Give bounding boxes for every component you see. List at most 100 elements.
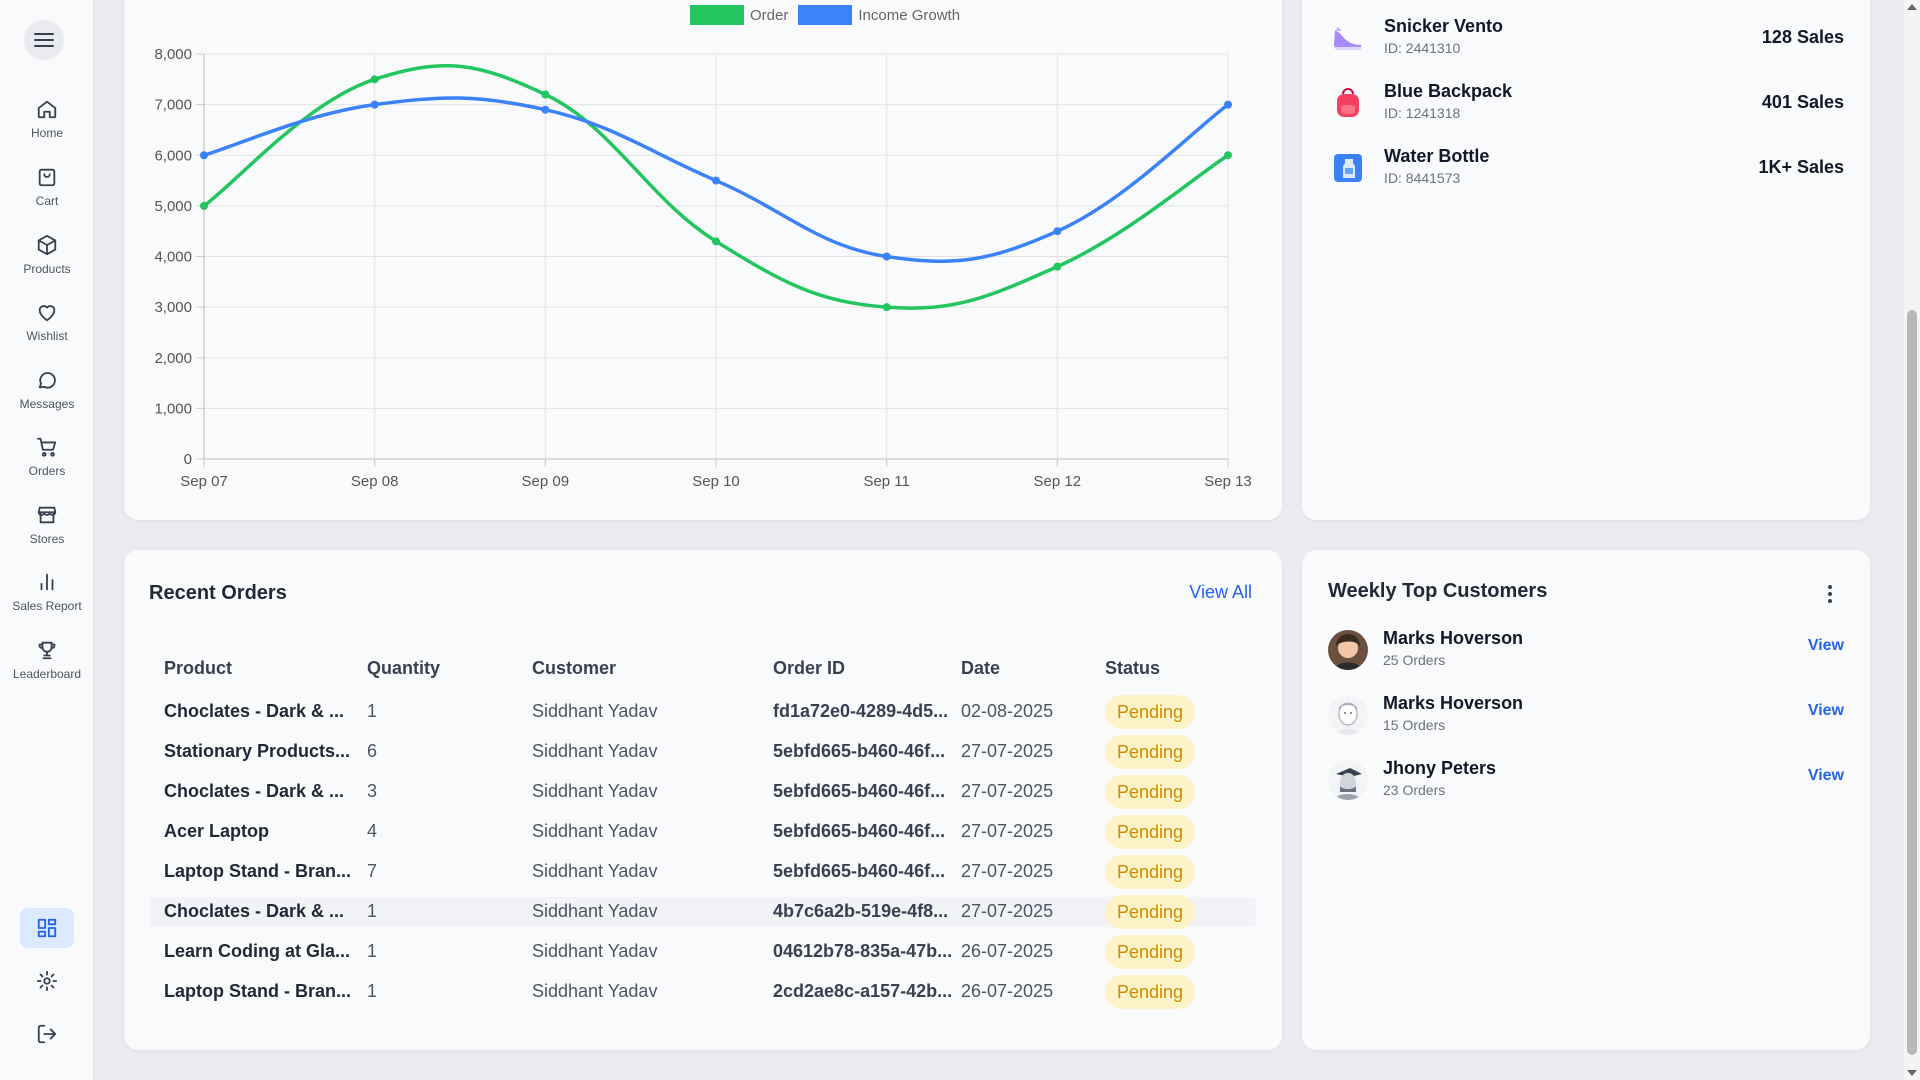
settings-button[interactable]: [20, 961, 74, 1001]
cart-icon: [36, 437, 57, 457]
cell-date: 02-08-2025: [961, 701, 1054, 721]
data-point-order[interactable]: [712, 237, 720, 246]
customer-row: Marks Hoverson 25 Orders View: [1328, 626, 1844, 676]
customer-name: Jhony Peters: [1383, 758, 1497, 778]
cell-product: Acer Laptop: [164, 821, 270, 841]
product-row[interactable]: Blue Backpack ID: 1241318 401 Sales: [1330, 79, 1844, 129]
sidebar-item-products[interactable]: Products: [0, 234, 94, 276]
sidebar-item-orders[interactable]: Orders: [0, 436, 94, 478]
more-options-icon[interactable]: [1820, 582, 1840, 606]
scroll-down-icon[interactable]: [1907, 1070, 1917, 1076]
customer-row: Marks Hoverson 15 Orders View: [1328, 691, 1844, 741]
customer-row: Jhony Peters 23 Orders View: [1328, 756, 1844, 806]
product-name: Blue Backpack: [1384, 81, 1513, 101]
heart-icon: [38, 305, 56, 322]
top-customers-title: Weekly Top Customers: [1328, 580, 1548, 602]
product-row[interactable]: Snicker Vento ID: 2441310 128 Sales: [1330, 14, 1844, 64]
cell-customer: Siddhant Yadav: [532, 981, 658, 1001]
status-badge: Pending: [1105, 815, 1196, 849]
x-tick-label: Sep 12: [1034, 473, 1082, 490]
view-all-link[interactable]: View All: [1189, 582, 1252, 603]
cell-order-id: 4b7c6a2b-519e-4f8...: [773, 901, 949, 921]
scroll-up-icon[interactable]: [1907, 4, 1917, 10]
column-header-product[interactable]: Product: [164, 658, 232, 679]
cell-customer: Siddhant Yadav: [532, 781, 658, 801]
sidebar: Home Cart Products Wishlist Messages Ord…: [0, 0, 94, 1080]
column-header-date[interactable]: Date: [961, 658, 1000, 679]
data-point-income-growth[interactable]: [1053, 227, 1062, 236]
sidebar-item-label: Wishlist: [26, 329, 68, 343]
table-row[interactable]: Learn Coding at Gla... 1 Siddhant Yadav 046…: [150, 935, 1256, 969]
cell-customer: Siddhant Yadav: [532, 941, 658, 961]
table-row[interactable]: Choclates - Dark & ... 3 Siddhant Yadav 5eb…: [150, 775, 1256, 809]
table-row[interactable]: Laptop Stand - Bran... 7 Siddhant Yadav 5eb…: [150, 855, 1256, 889]
y-tick-label: 3,000: [154, 299, 192, 316]
product-row[interactable]: Water Bottle ID: 8441573 1K+ Sales: [1330, 144, 1844, 194]
y-tick-label: 7,000: [154, 97, 192, 114]
page-scrollbar[interactable]: [1904, 0, 1920, 1080]
cell-date: 26-07-2025: [961, 941, 1054, 961]
status-badge: Pending: [1105, 895, 1196, 929]
table-row[interactable]: Choclates - Dark & ... 1 Siddhant Yadav 4b7…: [150, 895, 1256, 929]
product-sales: 401 Sales: [1761, 92, 1844, 112]
scroll-thumb[interactable]: [1907, 310, 1917, 1055]
cell-quantity: 6: [367, 741, 378, 761]
data-point-order[interactable]: [882, 303, 891, 312]
menu-button[interactable]: [24, 20, 64, 60]
cell-date: 27-07-2025: [961, 901, 1054, 921]
data-point-order[interactable]: [370, 75, 379, 84]
data-point-income-growth[interactable]: [712, 176, 720, 185]
data-point-income-growth[interactable]: [1224, 100, 1232, 109]
top-customers-card: Weekly Top Customers Marks Hoverson 25 O…: [1302, 550, 1870, 1050]
column-header-quantity[interactable]: Quantity: [367, 658, 440, 679]
hamburger-icon: [34, 33, 54, 47]
data-point-order[interactable]: [200, 201, 208, 210]
sidebar-item-sales-report[interactable]: Sales Report: [0, 571, 94, 613]
cell-order-id: 5ebfd665-b460-46f...: [773, 741, 946, 761]
data-point-order[interactable]: [541, 90, 550, 99]
data-point-order[interactable]: [1224, 151, 1232, 160]
product-sales: 1K+ Sales: [1758, 157, 1844, 177]
table-row[interactable]: Stationary Products... 6 Siddhant Yadav 5eb…: [150, 735, 1256, 769]
sidebar-item-cart[interactable]: Cart: [0, 166, 94, 208]
data-point-income-growth[interactable]: [541, 105, 550, 114]
sidebar-item-stores[interactable]: Stores: [0, 504, 94, 546]
data-point-order[interactable]: [1053, 262, 1062, 271]
sidebar-item-home[interactable]: Home: [0, 98, 94, 140]
cell-product: Choclates - Dark & ...: [164, 901, 345, 921]
table-row[interactable]: Choclates - Dark & ... 1 Siddhant Yadav fd1…: [150, 695, 1256, 729]
column-header-order-id[interactable]: Order ID: [773, 658, 845, 679]
x-tick-label: Sep 08: [351, 473, 399, 490]
sidebar-item-label: Messages: [19, 397, 75, 411]
sidebar-item-messages[interactable]: Messages: [0, 369, 94, 411]
table-row[interactable]: Laptop Stand - Bran... 1 Siddhant Yadav 2cd…: [150, 975, 1256, 1009]
customer-name: Marks Hoverson: [1383, 693, 1524, 713]
data-point-income-growth[interactable]: [200, 151, 208, 160]
view-customer-link[interactable]: View: [1808, 637, 1844, 655]
cell-date: 27-07-2025: [961, 781, 1054, 801]
recent-orders-card: Recent Orders View All Product Quantity …: [124, 550, 1282, 1050]
view-customer-link[interactable]: View: [1808, 702, 1844, 720]
cell-order-id: fd1a72e0-4289-4d5...: [773, 701, 949, 721]
column-header-customer[interactable]: Customer: [532, 658, 616, 679]
top-products-card: Snicker Vento ID: 2441310 128 Sales Blue…: [1302, 0, 1870, 520]
line-chart: 0 1,000 2,000 3,000 4,000 5,000 6,000 7,000 8,00…: [154, 46, 1251, 490]
y-tick-label: 2,000: [154, 350, 192, 367]
dashboard-button[interactable]: [20, 908, 74, 948]
sidebar-item-leaderboard[interactable]: Leaderboard: [0, 639, 94, 681]
sneaker-icon: [1330, 20, 1366, 56]
data-point-income-growth[interactable]: [370, 100, 379, 109]
data-point-income-growth[interactable]: [882, 252, 891, 261]
view-customer-link[interactable]: View: [1808, 767, 1844, 785]
avatar: [1328, 760, 1368, 800]
sidebar-item-label: Orders: [28, 464, 66, 478]
sidebar-item-wishlist[interactable]: Wishlist: [0, 301, 94, 343]
cell-quantity: 1: [367, 941, 378, 961]
column-header-status[interactable]: Status: [1105, 658, 1160, 679]
logout-button[interactable]: [20, 1014, 74, 1054]
y-tick-label: 1,000: [154, 400, 192, 417]
cell-date: 27-07-2025: [961, 741, 1054, 761]
table-row[interactable]: Acer Laptop 4 Siddhant Yadav 5ebfd665-b460-…: [150, 815, 1256, 849]
x-tick-label: Sep 09: [522, 473, 570, 490]
home-icon: [37, 100, 57, 119]
